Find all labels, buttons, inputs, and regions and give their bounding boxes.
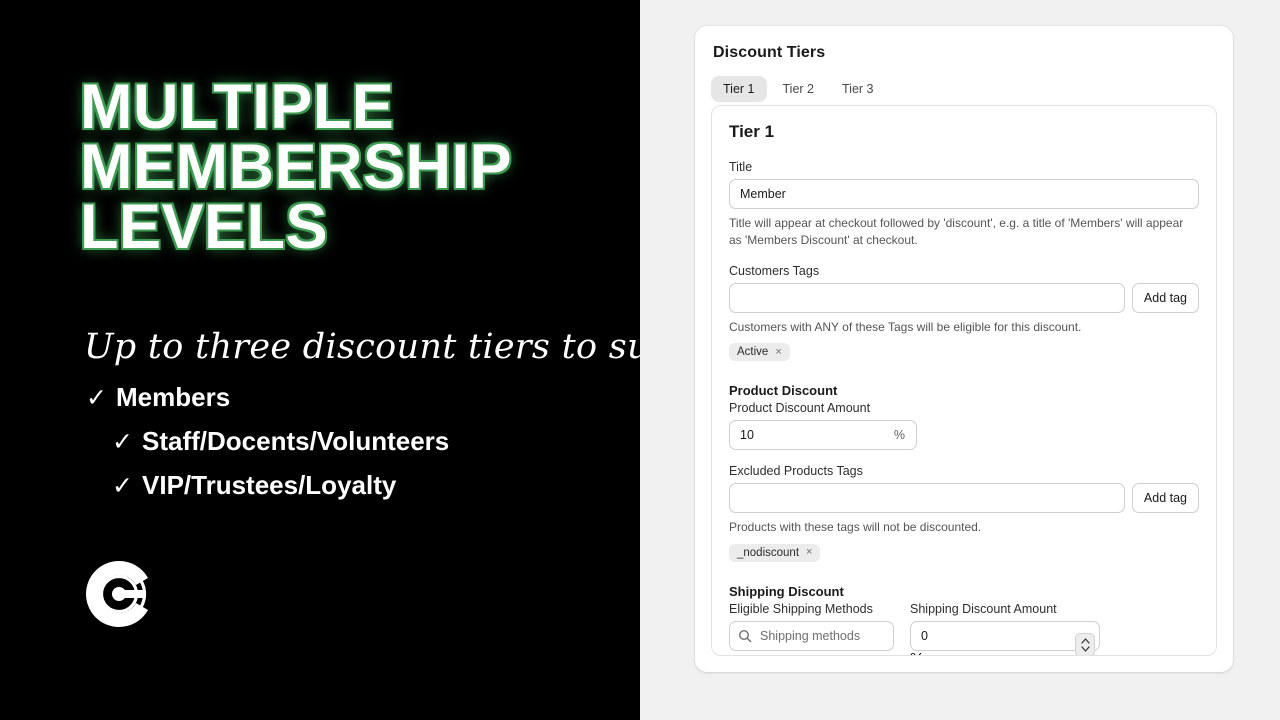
- excluded-products-tags-helper-text: Products with these tags will not be dis…: [729, 520, 982, 535]
- screen: MULTIPLE MEMBERSHIP LEVELS Up to three d…: [0, 0, 1280, 720]
- excluded-products-tags-input[interactable]: [729, 483, 1125, 514]
- feature-item: ✓ Staff/Docents/Volunteers: [112, 426, 606, 457]
- check-icon: ✓: [112, 471, 133, 500]
- customers-tags-label: Customers Tags: [729, 263, 820, 278]
- tab-tier-2[interactable]: Tier 2: [771, 76, 827, 102]
- title-field-label: Title: [729, 160, 753, 174]
- promo-subtitle: Up to three discount tiers to support: [84, 327, 749, 367]
- check-icon: ✓: [112, 427, 133, 456]
- feature-item: ✓ VIP/Trustees/Loyalty: [112, 470, 606, 501]
- tag-chip-label: Active: [737, 346, 769, 359]
- customers-tags-row: Add tag: [729, 282, 1199, 313]
- shipping-discount-amount-input[interactable]: [910, 620, 1100, 651]
- product-discount-amount-label: Product Discount Amount: [729, 401, 871, 416]
- discount-tiers-card: Discount Tiers Tier 1 Tier 2 Tier 3 Tier…: [695, 26, 1233, 672]
- quantity-stepper[interactable]: [1075, 632, 1095, 655]
- promo-headline: MULTIPLE MEMBERSHIP LEVELS: [80, 72, 625, 262]
- tier-heading: Tier 1: [729, 122, 775, 141]
- remove-tag-icon[interactable]: ×: [806, 547, 812, 558]
- eligible-shipping-methods-group: Eligible Shipping Methods: [729, 601, 894, 655]
- feature-label: Members: [116, 382, 231, 412]
- headline-line-2: MEMBERSHIP: [80, 131, 513, 202]
- feature-label: VIP/Trustees/Loyalty: [142, 470, 397, 500]
- concentric-c-logo: [82, 557, 156, 631]
- tag-chip[interactable]: _nodiscount ×: [729, 543, 821, 562]
- tab-tier-1[interactable]: Tier 1: [711, 76, 767, 102]
- page-title: Discount Tiers: [713, 44, 826, 61]
- check-icon: ✓: [86, 383, 107, 412]
- tag-chip[interactable]: Active ×: [729, 343, 790, 362]
- tier-panel: Tier 1 Title Title will appear at checko…: [711, 105, 1217, 656]
- product-discount-amount-wrap: %: [729, 420, 917, 451]
- shipping-discount-row: Eligible Shipping Methods Shipping metho…: [729, 601, 1199, 655]
- promo-feature-list: ✓ Members ✓ Staff/Docents/Volunteers ✓ V…: [86, 382, 606, 514]
- product-discount-amount-input[interactable]: [729, 420, 917, 451]
- tab-tier-3[interactable]: Tier 3: [830, 76, 886, 102]
- title-input[interactable]: [729, 179, 1199, 209]
- eligible-shipping-methods-label: Eligible Shipping Methods: [729, 601, 873, 616]
- app-area: Discount Tiers Tier 1 Tier 2 Tier 3 Tier…: [640, 0, 1280, 720]
- feature-item: ✓ Members: [86, 382, 606, 413]
- tier-tabs: Tier 1 Tier 2 Tier 3: [711, 76, 1217, 102]
- product-discount-section-title: Product Discount: [729, 383, 838, 399]
- remove-tag-icon[interactable]: ×: [775, 346, 781, 358]
- excluded-products-tags-row: Add tag: [729, 483, 1199, 514]
- feature-label: Staff/Docents/Volunteers: [142, 426, 450, 456]
- headline-line-3: LEVELS: [80, 191, 329, 262]
- percent-suffix: %: [910, 651, 924, 655]
- chevron-up-icon: [1080, 637, 1090, 644]
- shipping-discount-section-title: Shipping Discount: [729, 583, 844, 599]
- shipping-methods-input[interactable]: [729, 620, 894, 651]
- title-helper-text: Title will appear at checkout followed b…: [729, 216, 1184, 248]
- customers-tags-input[interactable]: [729, 282, 1125, 313]
- excluded-products-tags-label: Excluded Products Tags: [729, 464, 863, 479]
- excluded-add-tag-button[interactable]: Add tag: [1131, 483, 1199, 514]
- headline-line-1: MULTIPLE: [80, 72, 395, 142]
- shipping-discount-amount-group: Shipping Discount Amount %: [910, 601, 1100, 655]
- customers-tags-chip-list: Active ×: [729, 343, 1199, 362]
- chevron-down-icon: [1080, 645, 1090, 652]
- customers-add-tag-button[interactable]: Add tag: [1131, 282, 1199, 313]
- promo-panel: MULTIPLE MEMBERSHIP LEVELS Up to three d…: [0, 0, 749, 720]
- shipping-discount-amount-label: Shipping Discount Amount: [910, 601, 1057, 616]
- excluded-products-chip-list: _nodiscount ×: [729, 543, 1199, 562]
- customers-tags-helper-text: Customers with ANY of these Tags will be…: [729, 319, 1082, 334]
- tag-chip-label: _nodiscount: [737, 546, 800, 559]
- shipping-amount-wrap: %: [910, 620, 1100, 655]
- shipping-methods-wrap: [729, 620, 894, 651]
